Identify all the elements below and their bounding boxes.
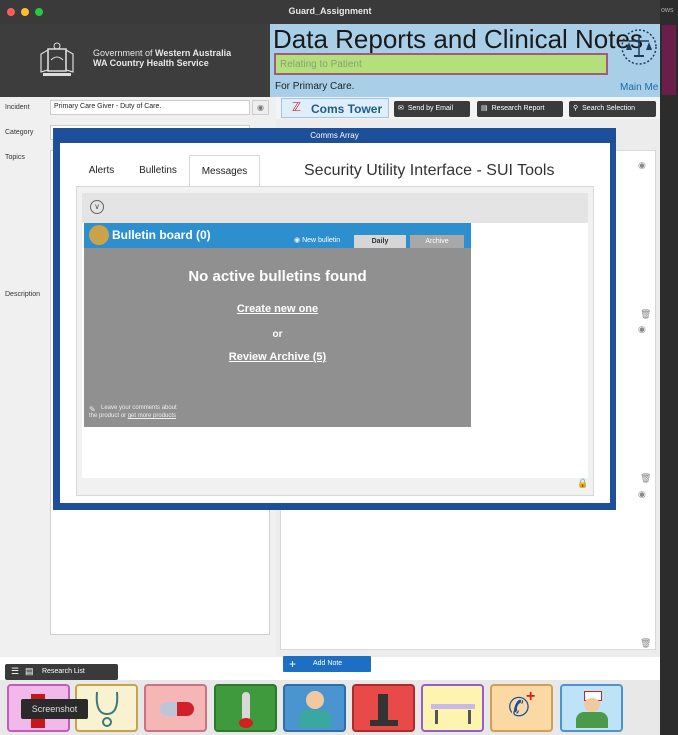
bulletin-icon	[89, 225, 109, 245]
topics-label: Topics	[5, 154, 25, 161]
research-list-button[interactable]: ☰ ▤ Research List	[5, 664, 118, 680]
sui-title: Security Utility Interface - SUI Tools	[304, 162, 555, 179]
lock-icon[interactable]: 🔒	[577, 478, 588, 489]
incident-value: Primary Care Giver - Duty of Care.	[54, 103, 162, 110]
trash-icon[interactable]: 🗑	[640, 309, 651, 320]
new-bulletin-option[interactable]: ◉ New bulletin	[294, 236, 340, 244]
gov-line-1: Government of Western Australia	[93, 48, 231, 58]
modal-title: Comms Array	[310, 131, 359, 140]
comments-text: Leave your comments about	[101, 405, 177, 411]
tab-archive[interactable]: Archive	[410, 235, 464, 248]
add-note-button[interactable]: + Add Note	[283, 656, 371, 672]
description-label: Description	[5, 291, 41, 298]
coms-tower-label: Coms Tower	[311, 102, 383, 116]
window-title: Guard_Assignment	[288, 6, 372, 16]
bulletins-subbar	[82, 193, 588, 223]
screenshot-tooltip: Screenshot	[21, 699, 88, 719]
or-separator: or	[272, 329, 283, 340]
search-selection-button[interactable]: ⚲ Search Selection	[569, 101, 656, 117]
settings-icon[interactable]: ◉	[638, 324, 646, 335]
incident-field[interactable]: Primary Care Giver - Duty of Care.	[50, 100, 250, 115]
gov-state: Western Australia	[155, 48, 232, 58]
plus-icon: +	[289, 657, 297, 671]
document-icon: ▤	[25, 666, 34, 676]
radio-icon: ◉	[294, 237, 301, 244]
patient-placeholder: Relating to Patient	[280, 59, 362, 70]
category-label: Category	[5, 129, 34, 136]
comments-text-2: the product or get more products	[89, 413, 176, 419]
stretcher-icon[interactable]	[421, 684, 484, 732]
tab-bulletins[interactable]: Bulletins	[127, 155, 189, 187]
chevron-down-icon[interactable]: ∨	[90, 200, 104, 214]
incident-label: Incident	[5, 104, 30, 111]
wa-crest-logo	[40, 42, 74, 76]
send-email-label: Send by Email	[407, 105, 454, 112]
tower-icon: ℤ	[292, 100, 301, 114]
new-bulletin-label: New bulletin	[302, 237, 341, 244]
settings-icon[interactable]: ◉	[638, 489, 646, 500]
create-new-link[interactable]: Create new one	[84, 303, 471, 315]
bulletin-title: Bulletin board (0)	[112, 228, 211, 242]
window-title-bar: Guard_Assignment	[0, 0, 660, 24]
emergency-phone-icon[interactable]: ✆ +	[490, 684, 553, 732]
primary-care-label: For Primary Care.	[275, 81, 355, 92]
research-report-button[interactable]: ▤ Research Report	[477, 101, 563, 117]
tab-alerts[interactable]: Alerts	[76, 155, 127, 187]
doctor-icon[interactable]	[283, 684, 346, 732]
coms-tower-button[interactable]: ℤ Coms Tower	[281, 98, 389, 118]
background-window-accent	[662, 25, 676, 95]
thermometer-icon[interactable]	[214, 684, 277, 732]
gov-prefix: Government of	[93, 48, 153, 58]
search-icon: ⚲	[573, 105, 579, 112]
background-window-strip: ows	[660, 0, 678, 735]
report-icon: ▤	[481, 105, 488, 112]
incident-picker-icon[interactable]: ◉	[252, 100, 269, 115]
tab-daily[interactable]: Daily	[354, 235, 406, 248]
patient-field[interactable]: Relating to Patient	[274, 53, 608, 75]
background-window-label: ows	[661, 7, 674, 14]
trash-icon[interactable]: 🗑	[640, 473, 651, 484]
search-selection-label: Search Selection	[582, 105, 636, 112]
mail-icon: ✉	[398, 105, 404, 112]
trash-icon[interactable]: 🗑	[640, 638, 651, 649]
main-menu-link[interactable]: Main Me	[620, 82, 658, 93]
tab-messages[interactable]: Messages	[189, 155, 260, 187]
comments-prefix: the product or	[89, 413, 127, 419]
empty-state-message: No active bulletins found	[188, 268, 367, 285]
justice-scales-icon	[621, 29, 657, 65]
pill-icon[interactable]	[144, 684, 207, 732]
list-icon: ☰	[11, 666, 20, 676]
page-title: Data Reports and Clinical Notes	[273, 24, 643, 54]
send-email-button[interactable]: ✉ Send by Email	[394, 101, 470, 117]
gov-line-2: WA Country Health Service	[93, 58, 209, 68]
settings-icon[interactable]: ◉	[638, 160, 646, 171]
research-list-label: Research List	[42, 668, 85, 675]
research-report-label: Research Report	[491, 105, 545, 112]
nurse-icon[interactable]	[560, 684, 623, 732]
review-archive-link[interactable]: Review Archive (5)	[84, 351, 471, 363]
microscope-icon[interactable]	[352, 684, 415, 732]
add-note-label: Add Note	[313, 660, 343, 667]
get-more-products-link[interactable]: get more products	[128, 413, 176, 419]
